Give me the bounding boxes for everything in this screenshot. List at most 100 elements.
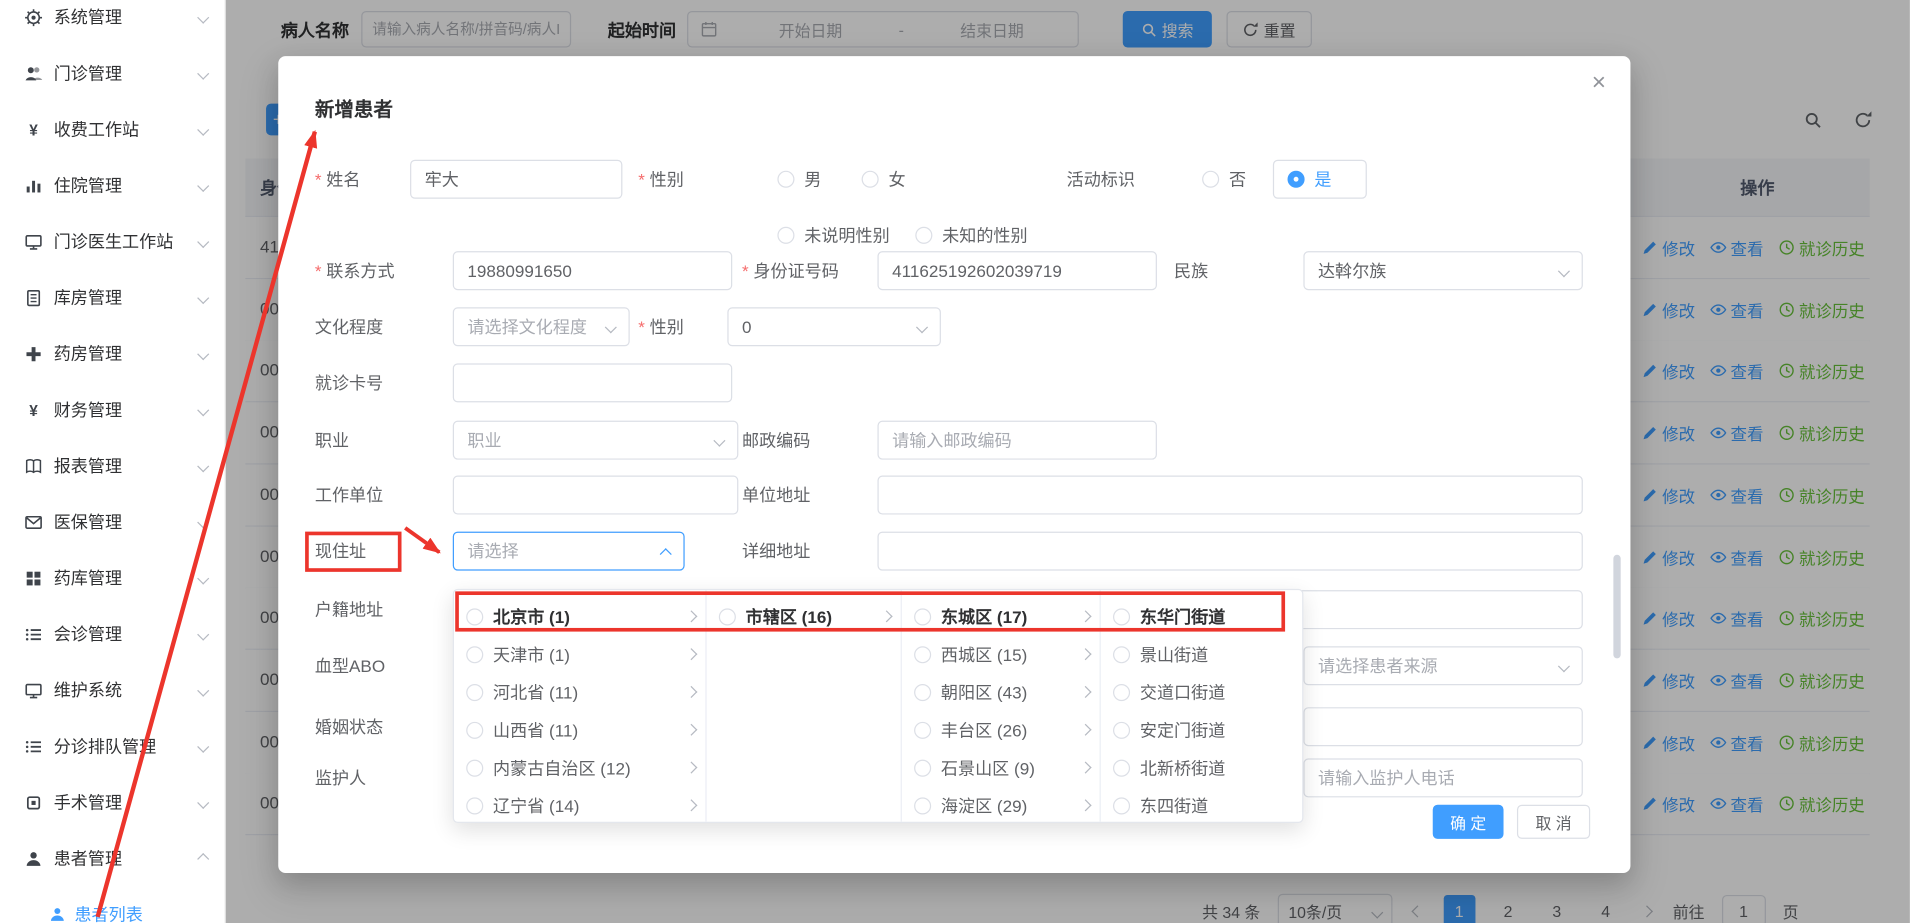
cascader-option[interactable]: 北京市 (1) <box>454 597 705 635</box>
dialog-scrollbar[interactable] <box>1613 555 1620 659</box>
radio-icon[interactable] <box>914 759 931 776</box>
sidebar-item-label: 医保管理 <box>54 510 194 534</box>
field-label-contact: 联系方式 <box>315 251 395 290</box>
radio-icon[interactable] <box>914 646 931 663</box>
sidebar-item-2[interactable]: 门诊管理 <box>0 45 225 101</box>
sidebar-item-14[interactable]: 分诊排队管理 <box>0 718 225 774</box>
radio-gender-female[interactable]: 女 <box>862 160 906 199</box>
detail-address-input[interactable] <box>877 532 1582 571</box>
patient-source-select[interactable]: 请选择患者来源 <box>1303 646 1582 685</box>
visit-card-input[interactable] <box>453 363 732 402</box>
cascader-option[interactable]: 东城区 (17) <box>902 597 1100 635</box>
radio-icon[interactable] <box>466 797 483 814</box>
radio-icon[interactable] <box>466 721 483 738</box>
chevron-right-icon <box>685 648 697 660</box>
ethnicity-select[interactable]: 达斡尔族 <box>1303 251 1582 290</box>
sidebar-item-patient-list[interactable]: 患者列表 <box>0 886 226 923</box>
radio-icon[interactable] <box>914 721 931 738</box>
radio-icon[interactable] <box>1113 759 1130 776</box>
gender-code-select[interactable]: 0 <box>727 307 941 346</box>
square-icon <box>24 793 42 811</box>
chevron-right-icon <box>685 686 697 698</box>
cascader-option[interactable]: 朝阳区 (43) <box>902 673 1100 711</box>
radio-icon[interactable] <box>1113 646 1130 663</box>
cascader-option[interactable]: 西城区 (15) <box>902 635 1100 673</box>
sidebar-item-16[interactable]: 患者管理 <box>0 830 225 886</box>
chevron-down-icon <box>197 516 209 528</box>
marital-status-input[interactable] <box>1303 707 1582 746</box>
cascader-option[interactable]: 安定门街道 <box>1101 711 1304 749</box>
radio-gender-male[interactable]: 男 <box>777 160 821 199</box>
radio-gender-unknown[interactable]: 未知的性别 <box>915 216 1027 255</box>
radio-icon[interactable] <box>466 646 483 663</box>
sidebar-item-9[interactable]: 报表管理 <box>0 438 225 494</box>
guardian-phone-input[interactable] <box>1303 758 1582 797</box>
name-input[interactable] <box>410 160 622 199</box>
radio-icon[interactable] <box>1113 608 1130 625</box>
chevron-down-icon <box>197 572 209 584</box>
field-label-work-unit: 工作单位 <box>315 476 383 515</box>
confirm-button[interactable]: 确 定 <box>1433 805 1504 839</box>
cascader-option[interactable]: 东四街道 <box>1101 786 1304 821</box>
radio-icon[interactable] <box>466 759 483 776</box>
cascader-option[interactable]: 辽宁省 (14) <box>454 786 705 821</box>
occupation-select[interactable]: 职业 <box>453 421 739 460</box>
sidebar-item-7[interactable]: 药房管理 <box>0 326 225 382</box>
sidebar-item-10[interactable]: 医保管理 <box>0 494 225 550</box>
radio-icon[interactable] <box>719 608 736 625</box>
radio-icon[interactable] <box>466 683 483 700</box>
sidebar-item-13[interactable]: 维护系统 <box>0 662 225 718</box>
cascader-option[interactable]: 北新桥街道 <box>1101 749 1304 787</box>
cascader-option[interactable]: 海淀区 (29) <box>902 786 1100 821</box>
work-unit-input[interactable] <box>453 476 739 515</box>
radio-icon[interactable] <box>914 797 931 814</box>
yen-icon <box>24 120 42 138</box>
sidebar: 系统管理门诊管理收费工作站住院管理门诊医生工作站库房管理药房管理财务管理报表管理… <box>0 0 226 923</box>
cascader-option[interactable]: 东华门街道 <box>1101 597 1304 635</box>
contact-input[interactable] <box>453 251 732 290</box>
cascader-city-column: 市辖区 (16) <box>707 590 902 822</box>
cascader-option[interactable]: 市辖区 (16) <box>707 597 901 635</box>
cascader-option[interactable]: 景山街道 <box>1101 635 1304 673</box>
current-address-select[interactable]: 请选择 <box>453 532 685 571</box>
cascader-option[interactable]: 丰台区 (26) <box>902 711 1100 749</box>
radio-active-yes[interactable]: 是 <box>1273 160 1367 199</box>
sidebar-item-6[interactable]: 库房管理 <box>0 269 225 325</box>
field-label-active-flag: 活动标识 <box>1067 160 1135 199</box>
radio-icon[interactable] <box>914 683 931 700</box>
sidebar-item-5[interactable]: 门诊医生工作站 <box>0 213 225 269</box>
radio-active-no[interactable]: 否 <box>1202 160 1246 199</box>
radio-icon[interactable] <box>1113 683 1130 700</box>
sidebar-item-15[interactable]: 手术管理 <box>0 774 225 830</box>
sidebar-item-12[interactable]: 会诊管理 <box>0 606 225 662</box>
cascader-district-column: 东城区 (17)西城区 (15)朝阳区 (43)丰台区 (26)石景山区 (9)… <box>902 590 1101 822</box>
education-select[interactable]: 请选择文化程度 <box>453 307 630 346</box>
cascader-option[interactable]: 内蒙古自治区 (12) <box>454 749 705 787</box>
radio-icon[interactable] <box>914 608 931 625</box>
cascader-option[interactable]: 天津市 (1) <box>454 635 705 673</box>
cascader-option[interactable]: 河北省 (11) <box>454 673 705 711</box>
radio-gender-unspecified[interactable]: 未说明性别 <box>777 216 889 255</box>
radio-icon[interactable] <box>466 608 483 625</box>
sidebar-item-11[interactable]: 药库管理 <box>0 550 225 606</box>
select-placeholder: 请选择 <box>467 539 518 563</box>
cancel-button[interactable]: 取 消 <box>1517 805 1590 839</box>
id-number-input[interactable] <box>877 251 1156 290</box>
radio-icon[interactable] <box>1113 721 1130 738</box>
field-label-unit-address: 单位地址 <box>742 476 810 515</box>
cascader-option-label: 东华门街道 <box>1140 604 1294 628</box>
cascader-option[interactable]: 石景山区 (9) <box>902 749 1100 787</box>
radio-icon[interactable] <box>1113 797 1130 814</box>
unit-address-input[interactable] <box>877 476 1582 515</box>
sidebar-item-1[interactable]: 系统管理 <box>0 0 225 45</box>
field-label-name: 姓名 <box>315 160 361 199</box>
sidebar-item-3[interactable]: 收费工作站 <box>0 101 225 157</box>
sidebar-item-4[interactable]: 住院管理 <box>0 157 225 213</box>
postal-code-input[interactable] <box>877 421 1156 460</box>
chevron-right-icon <box>1080 724 1092 736</box>
field-label-guardian: 监护人 <box>315 758 366 797</box>
cascader-option[interactable]: 山西省 (11) <box>454 711 705 749</box>
cascader-option[interactable]: 交道口街道 <box>1101 673 1304 711</box>
sidebar-item-8[interactable]: 财务管理 <box>0 382 225 438</box>
close-icon[interactable]: × <box>1592 71 1606 95</box>
